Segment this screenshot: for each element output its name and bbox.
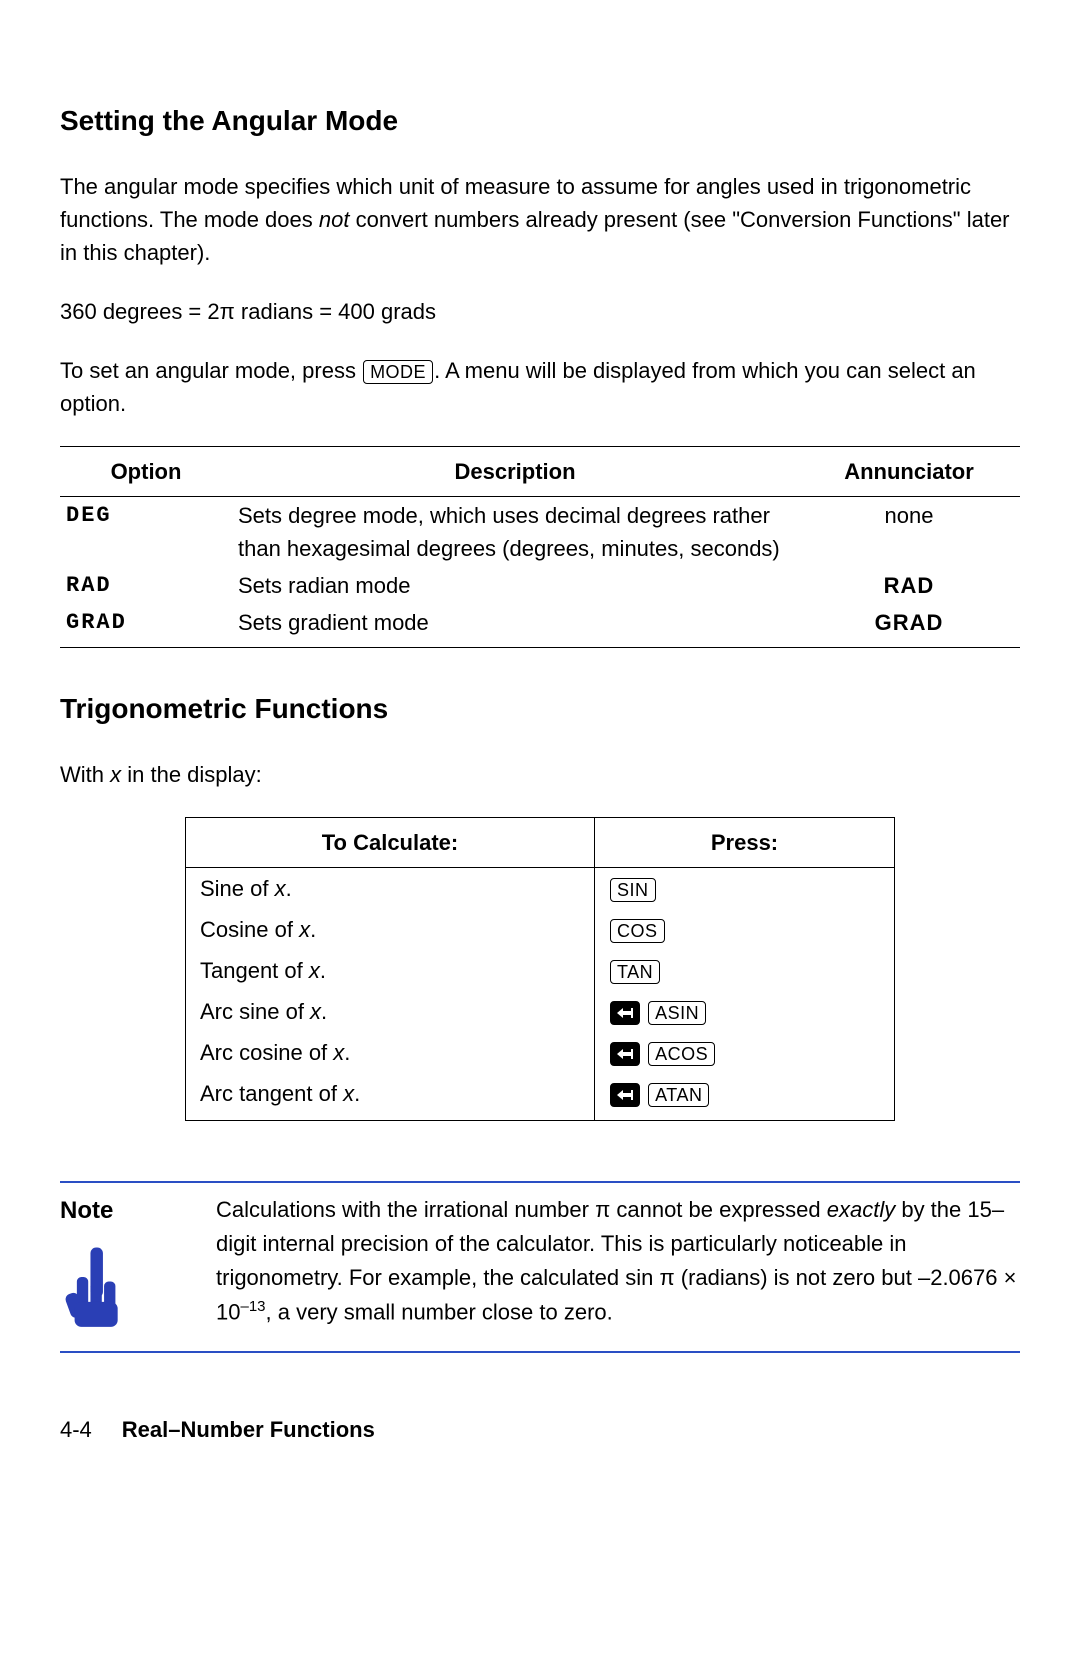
th-annunciator: Annunciator bbox=[798, 447, 1020, 497]
description-cell: Sets radian mode bbox=[232, 567, 798, 604]
para-howto: To set an angular mode, press MODE. A me… bbox=[60, 354, 1020, 420]
th-option: Option bbox=[60, 447, 232, 497]
description-cell: Sets degree mode, which uses decimal deg… bbox=[232, 497, 798, 568]
para-with-x: With x in the display: bbox=[60, 758, 1020, 791]
annunciator-cell: GRAD bbox=[798, 604, 1020, 648]
note-text: Calculations with the irrational number … bbox=[216, 1193, 1020, 1337]
option-cell: GRAD bbox=[60, 604, 232, 648]
description-cell: Sets gradient mode bbox=[232, 604, 798, 648]
calc-cell: Cosine of x. bbox=[186, 909, 595, 950]
note-box: Note Calculations with the irrational nu… bbox=[60, 1181, 1020, 1353]
calc-cell: Arc tangent of x. bbox=[186, 1073, 595, 1121]
calc-cell: Sine of x. bbox=[186, 868, 595, 910]
th-to-calculate: To Calculate: bbox=[186, 818, 595, 868]
table-row: Tangent of x. TAN bbox=[186, 950, 895, 991]
press-cell: TAN bbox=[595, 950, 895, 991]
section-heading-angular: Setting the Angular Mode bbox=[60, 100, 1020, 142]
th-press: Press: bbox=[595, 818, 895, 868]
table-row: Arc sine of x. ASIN bbox=[186, 991, 895, 1032]
acos-key: ACOS bbox=[648, 1042, 715, 1066]
option-cell: DEG bbox=[60, 497, 232, 568]
press-cell: COS bbox=[595, 909, 895, 950]
mode-key: MODE bbox=[363, 360, 433, 384]
page-number: 4-4 bbox=[60, 1413, 92, 1446]
page-footer: 4-4 Real–Number Functions bbox=[60, 1413, 1020, 1446]
shift-key-icon bbox=[610, 1083, 640, 1107]
section-heading-trig: Trigonometric Functions bbox=[60, 688, 1020, 730]
cos-key: COS bbox=[610, 919, 665, 943]
annunciator-cell: none bbox=[798, 497, 1020, 568]
sin-key: SIN bbox=[610, 878, 656, 902]
tan-key: TAN bbox=[610, 960, 660, 984]
press-cell: SIN bbox=[595, 868, 895, 910]
option-cell: RAD bbox=[60, 567, 232, 604]
asin-key: ASIN bbox=[648, 1001, 706, 1025]
note-label: Note bbox=[60, 1193, 190, 1229]
chapter-name: Real–Number Functions bbox=[122, 1413, 375, 1446]
pointing-hand-icon bbox=[60, 1243, 130, 1328]
para-equivalence: 360 degrees = 2π radians = 400 grads bbox=[60, 295, 1020, 328]
press-cell: ASIN bbox=[595, 991, 895, 1032]
table-row: Arc tangent of x. ATAN bbox=[186, 1073, 895, 1121]
calc-cell: Arc sine of x. bbox=[186, 991, 595, 1032]
modes-table: Option Description Annunciator DEGSets d… bbox=[60, 446, 1020, 648]
table-row: RADSets radian modeRAD bbox=[60, 567, 1020, 604]
annunciator-cell: RAD bbox=[798, 567, 1020, 604]
table-row: DEGSets degree mode, which uses decimal … bbox=[60, 497, 1020, 568]
th-description: Description bbox=[232, 447, 798, 497]
press-cell: ACOS bbox=[595, 1032, 895, 1073]
shift-key-icon bbox=[610, 1001, 640, 1025]
calc-cell: Tangent of x. bbox=[186, 950, 595, 991]
trig-table: To Calculate: Press: Sine of x. SIN Cosine… bbox=[185, 817, 895, 1121]
table-row: Arc cosine of x. ACOS bbox=[186, 1032, 895, 1073]
calc-cell: Arc cosine of x. bbox=[186, 1032, 595, 1073]
press-cell: ATAN bbox=[595, 1073, 895, 1121]
table-row: GRADSets gradient modeGRAD bbox=[60, 604, 1020, 648]
table-row: Cosine of x. COS bbox=[186, 909, 895, 950]
table-row: Sine of x. SIN bbox=[186, 868, 895, 910]
atan-key: ATAN bbox=[648, 1083, 709, 1107]
shift-key-icon bbox=[610, 1042, 640, 1066]
para-intro: The angular mode specifies which unit of… bbox=[60, 170, 1020, 269]
